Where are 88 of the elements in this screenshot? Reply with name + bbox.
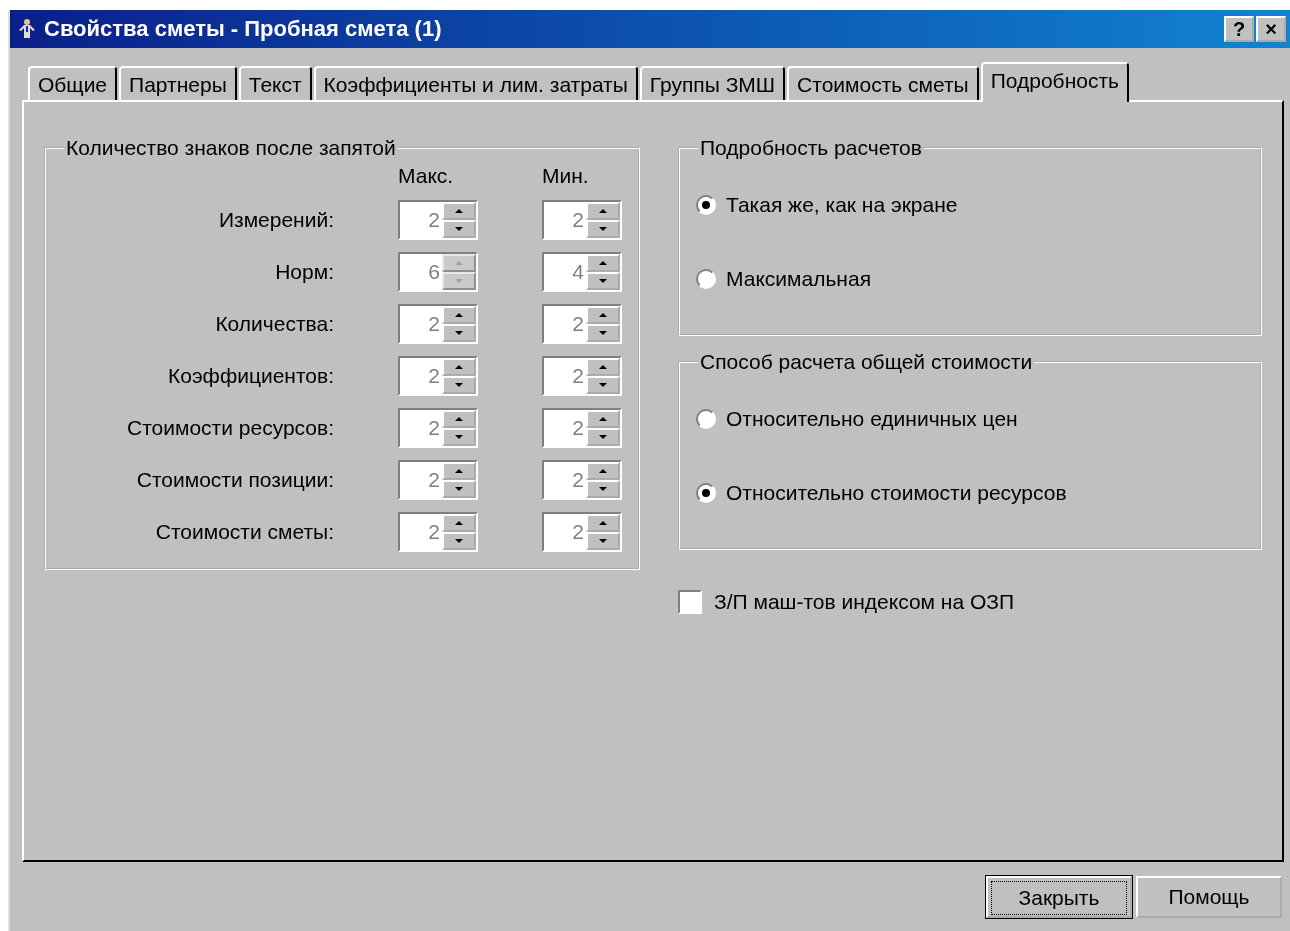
up-arrow-icon bbox=[599, 365, 607, 369]
spin-buttons[interactable] bbox=[442, 514, 476, 550]
up-arrow-icon bbox=[455, 469, 463, 473]
radio-button[interactable] bbox=[696, 409, 716, 429]
spin-buttons[interactable] bbox=[442, 358, 476, 394]
spin-buttons[interactable] bbox=[586, 358, 620, 394]
field-label: Стоимости позиции: bbox=[135, 468, 334, 492]
tab[interactable]: Партнеры bbox=[119, 66, 237, 100]
spin-box[interactable]: 2 bbox=[542, 200, 622, 240]
spin-buttons[interactable] bbox=[586, 202, 620, 238]
checkbox[interactable] bbox=[678, 590, 702, 614]
checkbox-label: З/П маш-тов индексом на ОЗП bbox=[714, 590, 1015, 614]
down-arrow-icon bbox=[455, 435, 463, 439]
dialog-button[interactable]: Помощь bbox=[1136, 876, 1282, 918]
tab[interactable]: Коэффициенты и лим. затраты bbox=[313, 66, 638, 100]
field-label: Коэффициентов: bbox=[167, 364, 334, 388]
radio-button[interactable] bbox=[696, 483, 716, 503]
window-title: Свойства сметы - Пробная смета (1) bbox=[44, 16, 443, 42]
column-header: Макс. bbox=[398, 164, 455, 188]
down-arrow-icon bbox=[599, 279, 607, 283]
field-label: Норм: bbox=[274, 260, 334, 284]
column-header: Мин. bbox=[542, 164, 590, 188]
spin-buttons[interactable] bbox=[442, 410, 476, 446]
spin-box[interactable]: 2 bbox=[398, 304, 478, 344]
tab[interactable]: Стоимость сметы bbox=[787, 66, 979, 100]
spin-buttons[interactable] bbox=[586, 410, 620, 446]
down-arrow-icon bbox=[455, 227, 463, 231]
radio-label: Максимальная bbox=[726, 267, 872, 291]
field-label: Измерений: bbox=[217, 208, 334, 232]
spin-box[interactable]: 2 bbox=[398, 512, 478, 552]
spin-buttons[interactable] bbox=[586, 306, 620, 342]
field-label: Стоимости сметы: bbox=[154, 520, 334, 544]
up-arrow-icon bbox=[599, 417, 607, 421]
up-arrow-icon bbox=[599, 313, 607, 317]
spin-box[interactable]: 2 bbox=[542, 408, 622, 448]
up-arrow-icon bbox=[599, 209, 607, 213]
radio-label: Относительно стоимости ресурсов bbox=[726, 481, 1067, 505]
spin-buttons[interactable] bbox=[442, 202, 476, 238]
spin-box[interactable]: 2 bbox=[398, 460, 478, 500]
down-arrow-icon bbox=[599, 435, 607, 439]
up-arrow-icon bbox=[455, 365, 463, 369]
spin-box[interactable]: 2 bbox=[542, 304, 622, 344]
spin-buttons[interactable] bbox=[586, 462, 620, 498]
up-arrow-icon bbox=[455, 209, 463, 213]
tab[interactable]: Группы ЗМШ bbox=[639, 66, 786, 100]
up-arrow-icon bbox=[455, 417, 463, 421]
radio-button[interactable] bbox=[696, 269, 716, 289]
down-arrow-icon bbox=[455, 279, 463, 283]
down-arrow-icon bbox=[599, 487, 607, 491]
up-arrow-icon bbox=[599, 521, 607, 525]
group-title: Количество знаков после запятой bbox=[65, 136, 397, 160]
down-arrow-icon bbox=[455, 383, 463, 387]
spin-box[interactable]: 2 bbox=[398, 408, 478, 448]
help-button[interactable]: ? bbox=[1224, 16, 1254, 42]
spin-buttons[interactable] bbox=[442, 306, 476, 342]
down-arrow-icon bbox=[599, 383, 607, 387]
spin-box[interactable]: 2 bbox=[398, 356, 478, 396]
spin-box[interactable]: 2 bbox=[398, 200, 478, 240]
down-arrow-icon bbox=[599, 539, 607, 543]
tab[interactable]: Общие bbox=[28, 66, 118, 100]
up-arrow-icon bbox=[455, 521, 463, 525]
dialog-button[interactable]: Закрыть bbox=[986, 876, 1132, 918]
group-title: Способ расчета общей стоимости bbox=[699, 350, 1034, 374]
spin-box[interactable]: 2 bbox=[542, 512, 622, 552]
tab[interactable]: Текст bbox=[238, 66, 312, 100]
down-arrow-icon bbox=[599, 331, 607, 335]
down-arrow-icon bbox=[455, 487, 463, 491]
up-arrow-icon bbox=[599, 261, 607, 265]
up-arrow-icon bbox=[455, 313, 463, 317]
down-arrow-icon bbox=[599, 227, 607, 231]
spin-buttons[interactable] bbox=[442, 462, 476, 498]
spin-buttons[interactable] bbox=[586, 254, 620, 290]
up-arrow-icon bbox=[455, 261, 463, 265]
field-label: Количества: bbox=[214, 312, 334, 336]
down-arrow-icon bbox=[455, 539, 463, 543]
field-label: Стоимости ресурсов: bbox=[126, 416, 334, 440]
down-arrow-icon bbox=[455, 331, 463, 335]
radio-label: Относительно единичных цен bbox=[726, 407, 1018, 431]
group-title: Подробность расчетов bbox=[699, 136, 923, 160]
spin-box[interactable]: 2 bbox=[542, 356, 622, 396]
radio-label: Такая же, как на экране bbox=[726, 193, 958, 217]
up-arrow-icon bbox=[599, 469, 607, 473]
spin-box[interactable]: 2 bbox=[542, 460, 622, 500]
spin-buttons[interactable] bbox=[586, 514, 620, 550]
spin-box[interactable]: 4 bbox=[542, 252, 622, 292]
radio-button[interactable] bbox=[696, 195, 716, 215]
tab[interactable]: Подробность bbox=[980, 62, 1129, 102]
close-button[interactable]: × bbox=[1256, 16, 1286, 42]
